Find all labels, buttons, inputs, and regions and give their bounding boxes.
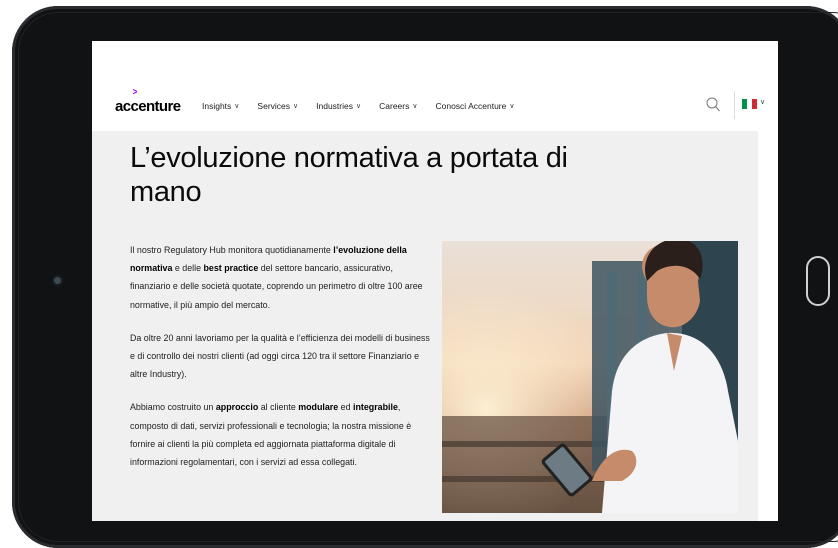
paragraph-2: Da oltre 20 anni lavoriamo per la qualit… [130,332,430,380]
nav-item-services[interactable]: Services ∨ [257,101,298,111]
hero-body: Il nostro Regulatory Hub monitora quotid… [130,241,430,486]
camera [54,277,61,284]
nav-item-label: Insights [202,101,232,111]
chevron-down-icon: ∨ [412,103,418,110]
bold-text: best practice [203,263,259,274]
nav-item-label: Conosci Accenture [435,101,507,111]
paragraph-1: Il nostro Regulatory Hub monitora quotid… [130,241,430,314]
language-chevron-icon[interactable]: ∨ [760,98,765,106]
hero-photo [442,241,738,513]
text: al cliente [258,402,299,413]
tablet-frame: > accenture Insights ∨ Services ∨ Industri… [12,6,838,548]
page-title: L’evoluzione normativa a portata di mano [130,142,568,208]
nav-item-label: Services [257,101,291,111]
accenture-logo[interactable]: accenture [115,98,181,115]
nav-menu: Insights ∨ Services ∨ Industries ∨ Careers ∨… [202,101,514,111]
bold-text: modulare [298,402,339,413]
chevron-down-icon: ∨ [234,103,240,110]
chevron-down-icon: ∨ [356,103,362,110]
nav-divider [734,91,735,119]
search-icon[interactable] [704,96,722,114]
paragraph-3: Abbiamo costruito un approccio al client… [130,398,430,471]
bold-text: approccio [215,402,259,413]
chevron-down-icon: ∨ [509,103,515,110]
nav-item-industries[interactable]: Industries ∨ [316,101,361,111]
nav-item-label: Careers [379,101,410,111]
text: ed [338,402,353,413]
nav-item-careers[interactable]: Careers ∨ [379,101,417,111]
italy-flag-icon[interactable] [742,99,757,109]
home-button[interactable] [806,256,830,306]
screen: > accenture Insights ∨ Services ∨ Industri… [92,41,778,521]
hero-section: L’evoluzione normativa a portata di mano… [92,131,758,521]
nav-item-insights[interactable]: Insights ∨ [202,101,239,111]
text: Il nostro Regulatory Hub monitora quotid… [130,245,334,255]
text: del settore bancario, assicurativo, fina… [130,263,423,310]
top-navigation: > accenture Insights ∨ Services ∨ Industri… [92,41,778,131]
text: , composto di dati, servizi professional… [130,402,412,468]
bold-text: integrabile [353,402,398,413]
text: Abbiamo costruito un [130,402,216,413]
nav-item-conosci-accenture[interactable]: Conosci Accenture ∨ [435,101,514,111]
chevron-down-icon: ∨ [293,103,299,110]
nav-item-label: Industries [316,101,353,111]
bold-text: l’evoluzione della normativa [130,245,407,274]
accenture-logo-mark: > [132,87,138,98]
text: e delle [172,263,204,274]
